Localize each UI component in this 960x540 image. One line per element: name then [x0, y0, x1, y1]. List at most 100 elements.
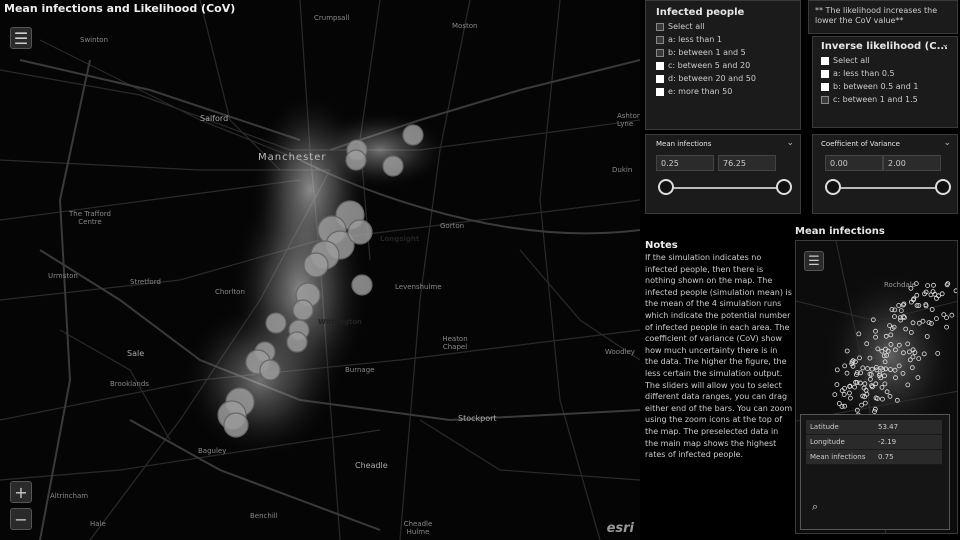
filter-option-label: Select all: [668, 22, 705, 31]
map-label-withington: Withington: [318, 318, 362, 326]
map-label-ashton: Ashton-u Lyne: [617, 112, 640, 128]
popup-row: Mean infections 0.75: [806, 449, 942, 465]
checkbox[interactable]: [821, 56, 829, 65]
plus-icon[interactable]: +: [10, 481, 32, 503]
popup-row: Longitude -2.19: [806, 434, 942, 450]
filter-option-label: b: between 1 and 5: [668, 48, 746, 57]
notes-body: If the simulation indicates no infected …: [645, 253, 793, 460]
map-label-crumpsall: Crumpsall: [314, 14, 350, 22]
filter-option[interactable]: d: between 20 and 50: [656, 73, 800, 86]
cov-slider-panel: Coefficient of Variance ⌄ 0.00 2.00: [812, 134, 958, 214]
popup-key: Latitude: [806, 420, 874, 435]
filter-option[interactable]: a: less than 0.5: [821, 68, 957, 81]
chevron-down-icon[interactable]: ⌄: [786, 138, 794, 148]
popup-value: -2.19: [874, 434, 942, 450]
map-label-longsight: Longsight: [380, 235, 420, 243]
infected-options: Select all a: less than 1 b: between 1 and…: [656, 21, 800, 99]
cov-slider-min-handle[interactable]: [825, 179, 841, 195]
filter-option-label: c: between 5 and 20: [668, 61, 751, 70]
cov-slider-max-handle[interactable]: [935, 179, 951, 195]
map-label-manchester: Manchester: [258, 152, 327, 163]
menu-icon[interactable]: ☰: [804, 251, 824, 271]
filter-option[interactable]: b: between 0.5 and 1: [821, 81, 957, 94]
checkbox[interactable]: [656, 87, 664, 96]
cov-slider-track[interactable]: [833, 187, 943, 189]
mini-map-label-rochdale: Rochdale: [884, 281, 917, 289]
map-label-baguley: Baguley: [198, 447, 227, 455]
cov-min-input[interactable]: 0.00: [825, 155, 883, 171]
map-label-trafford: The Trafford Centre: [69, 210, 111, 226]
filter-option[interactable]: a: less than 1: [656, 34, 800, 47]
map-label-stretford: Stretford: [130, 278, 161, 286]
map-label-benchill: Benchill: [250, 512, 278, 520]
filter-option[interactable]: e: more than 50: [656, 86, 800, 99]
map-label-cheadle: Cheadle: [355, 461, 388, 470]
main-map[interactable]: Mean infections and Likelihood (CoV) ☰ +…: [0, 0, 640, 540]
filter-option-label: c: between 1 and 1.5: [833, 95, 918, 104]
map-roads: [0, 0, 640, 540]
map-label-swinton: Swinton: [80, 36, 109, 44]
map-label-urmston: Urmston: [48, 272, 78, 280]
checkbox[interactable]: [656, 48, 664, 57]
likelihood-filter-title: Inverse likelihood (C... ⌄: [821, 40, 957, 52]
checkbox[interactable]: [821, 82, 829, 91]
minus-icon[interactable]: −: [10, 508, 32, 530]
checkbox[interactable]: [821, 95, 829, 104]
filter-option[interactable]: Select all: [656, 21, 800, 34]
mean-min-input[interactable]: 0.25: [656, 155, 714, 171]
filter-option-label: a: less than 1: [668, 35, 722, 44]
map-label-cheadle-hulme: Cheadle Hulme: [403, 520, 433, 536]
map-label-hale: Hale: [90, 520, 106, 528]
filter-option[interactable]: Select all: [821, 55, 957, 68]
checkbox[interactable]: [656, 74, 664, 83]
map-label-burnage: Burnage: [345, 366, 375, 374]
popup-value: 0.75: [874, 449, 942, 465]
menu-icon[interactable]: ☰: [10, 27, 32, 49]
checkbox[interactable]: [821, 69, 829, 78]
mean-max-input[interactable]: 76.25: [718, 155, 776, 171]
mean-infections-slider-panel: Mean infections ⌄ 0.25 76.25: [645, 134, 801, 214]
filter-option[interactable]: c: between 1 and 1.5: [821, 94, 957, 107]
map-label-sale: Sale: [127, 349, 145, 358]
notes-panel: Notes If the simulation indicates no inf…: [645, 240, 793, 540]
map-label-altrincham: Altrincham: [50, 492, 89, 500]
popup-key: Longitude: [806, 434, 874, 450]
esri-logo: esri: [606, 521, 634, 536]
cov-max-input[interactable]: 2.00: [883, 155, 941, 171]
chevron-down-icon[interactable]: ⌄: [943, 138, 951, 148]
likelihood-filter: Inverse likelihood (C... ⌄ Select all a: …: [812, 36, 958, 128]
popup-key: Mean infections: [806, 449, 874, 465]
zoom-icon[interactable]: ⌕: [812, 500, 818, 514]
map-label-gorton: Gorton: [440, 222, 465, 230]
filter-option-label: Select all: [833, 56, 870, 65]
map-label-woodley: Woodley: [605, 348, 635, 356]
map-label-levenshulme: Levenshulme: [395, 283, 442, 291]
map-label-heaton-chapel: Heaton Chapel: [442, 335, 468, 351]
checkbox[interactable]: [656, 35, 664, 44]
popup-attribute-table: Latitude 53.47 Longitude -2.19 Mean infectio…: [806, 420, 942, 465]
filter-option-label: d: between 20 and 50: [668, 74, 756, 83]
popup-row: Latitude 53.47: [806, 420, 942, 435]
filter-option[interactable]: b: between 1 and 5: [656, 47, 800, 60]
infected-people-filter: Infected people Select all a: less than 1…: [645, 0, 801, 130]
mini-map-title: Mean infections: [795, 226, 885, 237]
popup-value: 53.47: [874, 420, 942, 435]
notes-title: Notes: [645, 240, 678, 251]
checkbox[interactable]: [656, 61, 664, 70]
mean-slider-track[interactable]: [664, 187, 784, 189]
map-label-brooklands: Brooklands: [110, 380, 149, 388]
mean-slider-min-handle[interactable]: [658, 179, 674, 195]
map-title: Mean infections and Likelihood (CoV): [4, 2, 236, 15]
cov-slider-title: Coefficient of Variance: [821, 140, 900, 148]
likelihood-note: ** The likelihood increases the lower th…: [808, 0, 958, 34]
checkbox[interactable]: [656, 22, 664, 31]
filter-option[interactable]: c: between 5 and 20: [656, 60, 800, 73]
map-label-salford: Salford: [200, 114, 229, 123]
map-label-dukinfield: Dukin: [612, 166, 633, 174]
chevron-down-icon[interactable]: ⌄: [941, 40, 949, 50]
mean-slider-max-handle[interactable]: [776, 179, 792, 195]
likelihood-options: Select all a: less than 0.5 b: between 0.5…: [821, 55, 957, 107]
map-label-chorlton: Chorlton: [215, 288, 245, 296]
mean-slider-title: Mean infections: [656, 140, 712, 148]
filter-option-label: b: between 0.5 and 1: [833, 82, 919, 91]
